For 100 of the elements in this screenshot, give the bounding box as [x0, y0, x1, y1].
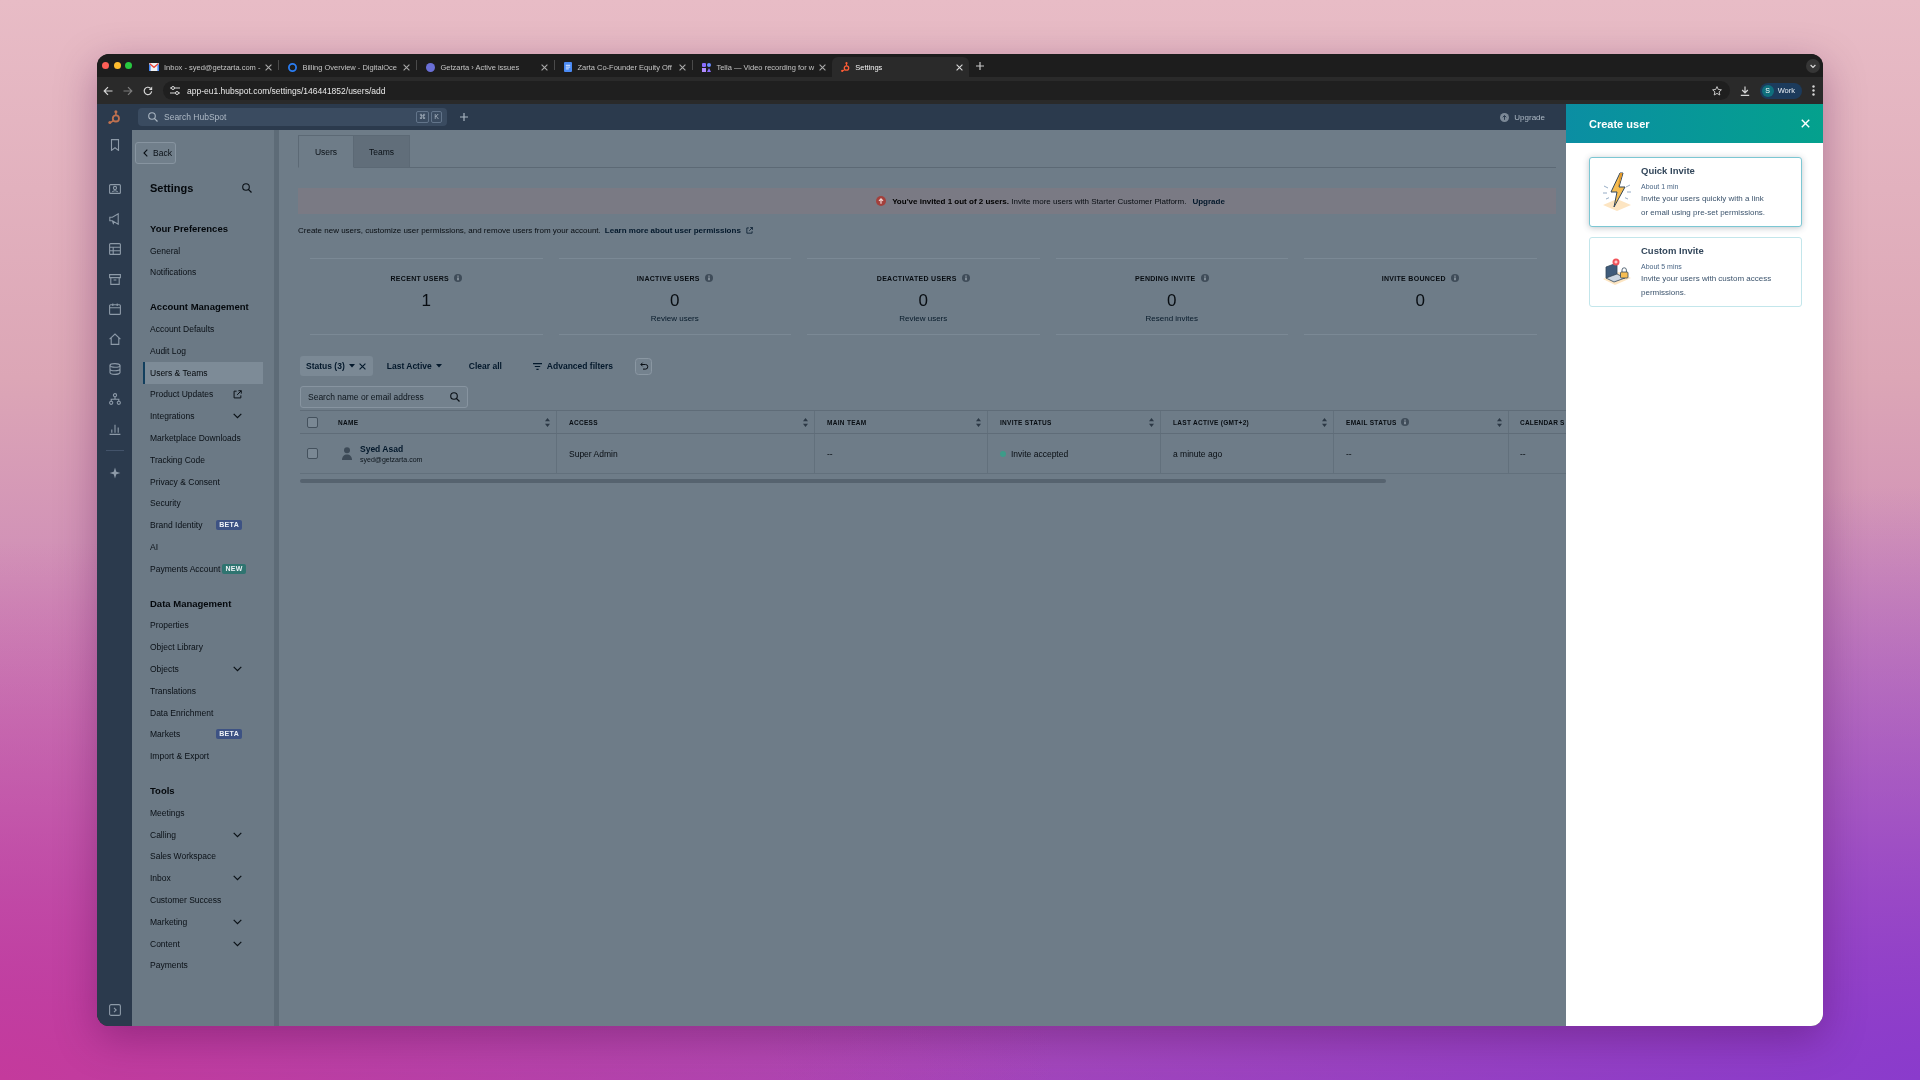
stat-link[interactable]: Review users: [650, 313, 699, 324]
back-button[interactable]: Back: [135, 142, 176, 164]
sidebar-item[interactable]: Sales Workspace: [143, 845, 263, 868]
sidebar-item[interactable]: Translations: [143, 679, 263, 702]
sidebar-item[interactable]: Meetings: [143, 801, 263, 824]
sidebar-item[interactable]: Marketing: [143, 910, 263, 933]
info-icon: [961, 274, 970, 282]
sidebar-item[interactable]: Product Updates: [143, 383, 263, 406]
sidebar-title: Settings: [150, 182, 194, 194]
window-minimize-icon[interactable]: [113, 62, 121, 69]
chevron-down-icon: [233, 940, 242, 947]
table-icon[interactable]: [108, 243, 121, 255]
laptop-lock-icon: [1602, 258, 1632, 286]
close-icon[interactable]: [679, 63, 687, 71]
page-tab[interactable]: Teams: [354, 135, 410, 168]
stat-value: 0: [918, 292, 928, 310]
table-cell: --: [814, 434, 987, 473]
tray-icon[interactable]: [108, 273, 121, 285]
sidebar-item[interactable]: AI: [143, 536, 263, 558]
sidebar-item[interactable]: Integrations: [143, 405, 263, 428]
address-field[interactable]: app-eu1.hubspot.com/settings/146441852/users/add: [163, 81, 1730, 100]
info-icon: [1200, 274, 1209, 282]
bookmark-icon[interactable]: [108, 139, 121, 151]
plus-icon[interactable]: [460, 113, 468, 121]
chevron-down-icon: [233, 831, 242, 838]
search-icon: [148, 112, 158, 122]
user-name-link[interactable]: Syed Asad: [360, 444, 423, 454]
shapes-icon: [702, 62, 712, 72]
sidebar-item[interactable]: Security: [143, 492, 263, 515]
megaphone-icon[interactable]: [108, 213, 121, 225]
upgrade-button[interactable]: Upgrade: [1500, 112, 1545, 122]
close-icon[interactable]: [265, 63, 273, 71]
sidebar-item[interactable]: Customer Success: [143, 889, 263, 911]
plus-icon[interactable]: [976, 61, 985, 70]
select-all-checkbox[interactable]: [307, 416, 318, 428]
option-title: Quick Invite: [1641, 164, 1696, 177]
sidebar-item[interactable]: Object Library: [143, 636, 263, 659]
filter-button[interactable]: Advanced filters: [527, 356, 618, 376]
info-icon: [1400, 418, 1409, 426]
close-icon[interactable]: [358, 362, 366, 370]
sidebar-item[interactable]: Account Defaults: [143, 318, 263, 340]
close-icon[interactable]: [541, 63, 549, 71]
sidebar-item[interactable]: Marketplace Downloads: [143, 427, 263, 449]
download-icon[interactable]: [1739, 85, 1750, 96]
sidebar-item[interactable]: Audit Log: [143, 340, 263, 362]
undo-icon[interactable]: [635, 357, 652, 375]
bar-chart-icon[interactable]: [108, 423, 121, 435]
sidebar-item[interactable]: Privacy & Consent: [143, 470, 263, 493]
house-icon[interactable]: [108, 333, 121, 345]
sort-icon: [1149, 417, 1154, 427]
search-field[interactable]: Search name or email address: [300, 386, 468, 408]
stat-link[interactable]: Review users: [899, 313, 948, 324]
database-icon[interactable]: [108, 363, 121, 375]
back-arrow-icon[interactable]: [103, 85, 113, 96]
sidebar-item[interactable]: Import & Export: [143, 745, 263, 768]
reload-icon[interactable]: [143, 85, 153, 96]
sidebar-item[interactable]: Notifications: [143, 261, 263, 284]
sort-icon: [976, 417, 981, 427]
sparkle-icon[interactable]: [108, 467, 121, 479]
section-heading: Tools: [149, 784, 176, 799]
page-tab[interactable]: Users: [298, 135, 354, 168]
close-icon[interactable]: [819, 63, 827, 71]
star-icon[interactable]: [1711, 85, 1722, 96]
close-icon[interactable]: [403, 63, 411, 71]
search-icon[interactable]: [242, 183, 252, 193]
filter-link[interactable]: Clear all: [463, 356, 507, 376]
sidebar-item[interactable]: Objects: [143, 658, 263, 680]
chevron-down-icon: [233, 918, 242, 925]
chevron-down-icon[interactable]: [1806, 58, 1820, 73]
window-zoom-icon[interactable]: [125, 62, 132, 69]
sidebar-item[interactable]: Properties: [143, 614, 263, 637]
row-checkbox[interactable]: [307, 448, 318, 459]
stat-link[interactable]: Resend invites: [1145, 313, 1198, 324]
forward-arrow-icon[interactable]: [123, 85, 133, 96]
contact-card-icon[interactable]: [108, 183, 121, 195]
sidebar-item[interactable]: Tracking Code: [143, 448, 263, 471]
notice-text: You've invited 1 out of 2 users. Invite more users with Starter Customer Platform.: [892, 196, 1187, 206]
sidebar-item[interactable]: Content: [143, 932, 263, 955]
sidebar-item[interactable]: General: [143, 239, 263, 262]
sidebar-item[interactable]: Users & Teams: [143, 361, 263, 384]
stat-value: 0: [670, 292, 680, 310]
hierarchy-icon[interactable]: [108, 393, 121, 405]
filter-dropdown[interactable]: Last Active: [381, 356, 447, 376]
option-description: Invite your users with custom access permissions.: [1641, 272, 1772, 299]
sidebar-item[interactable]: Data Enrichment: [143, 701, 263, 724]
sliders-icon[interactable]: [170, 86, 180, 95]
sidebar-item[interactable]: Inbox: [143, 867, 263, 890]
filter-chip[interactable]: Status (3): [300, 356, 373, 376]
more-options-icon[interactable]: [1812, 85, 1815, 96]
sidebar-item[interactable]: Payments: [143, 954, 263, 977]
expand-icon[interactable]: [108, 1004, 121, 1016]
calendar-icon[interactable]: [108, 303, 121, 315]
stat-value: 1: [421, 292, 431, 310]
upgrade-link[interactable]: Upgrade: [1192, 196, 1225, 206]
option-title: Custom Invite: [1641, 244, 1705, 257]
learn-more-link[interactable]: Learn more about user permissions: [604, 225, 753, 235]
window-close-icon[interactable]: [102, 62, 109, 69]
sort-icon: [545, 417, 550, 427]
section-heading: Account Management: [149, 300, 250, 315]
sidebar-item[interactable]: Calling: [143, 823, 263, 846]
